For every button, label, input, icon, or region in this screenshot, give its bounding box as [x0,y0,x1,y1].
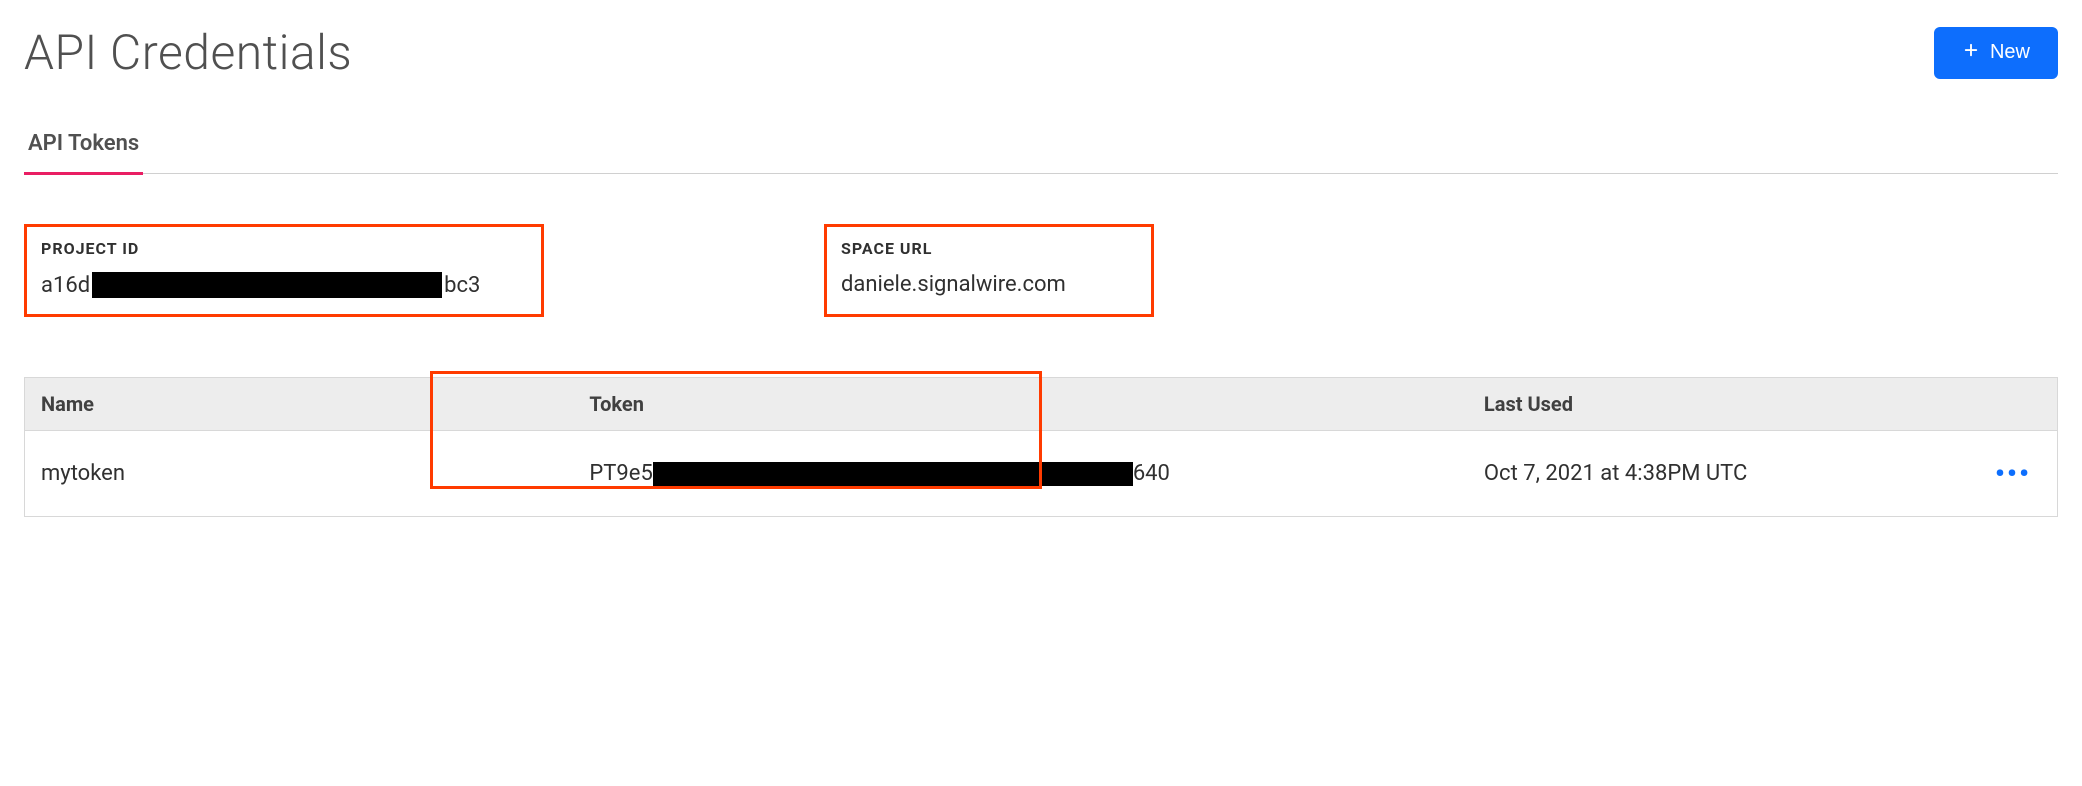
col-header-actions [1956,378,2058,431]
space-url-block: SPACE URL daniele.signalwire.com [824,224,1154,317]
table-row: mytoken PT9e5 640 Oct 7, 2021 at 4:38PM … [25,431,2058,517]
token-prefix: PT9e5 [589,461,652,486]
table-wrapper: Name Token Last Used mytoken PT9e5 640 O… [24,377,2058,517]
col-header-name: Name [25,378,574,431]
cell-name: mytoken [25,431,574,517]
project-id-value: a16d bc3 [41,272,523,298]
table-header-row: Name Token Last Used [25,378,2058,431]
tokens-table: Name Token Last Used mytoken PT9e5 640 O… [24,377,2058,517]
new-button[interactable]: New [1934,27,2058,79]
page-header: API Credentials New [24,24,2058,81]
cell-token: PT9e5 640 [573,431,1468,517]
project-id-block: PROJECT ID a16d bc3 [24,224,544,317]
project-id-suffix: bc3 [444,273,480,298]
token-suffix: 640 [1133,461,1170,486]
redacted-bar [92,272,442,298]
col-header-lastused: Last Used [1468,378,1956,431]
more-actions-icon[interactable]: ••• [1995,457,2041,490]
tab-label: API Tokens [28,131,139,156]
col-header-token: Token [573,378,1468,431]
page-title: API Credentials [24,24,352,81]
redacted-bar [653,462,1133,486]
tab-api-tokens[interactable]: API Tokens [24,131,143,175]
new-button-label: New [1990,41,2030,64]
info-row: PROJECT ID a16d bc3 SPACE URL daniele.si… [24,224,2058,317]
plus-icon [1962,41,1980,65]
tabs-bar: API Tokens [24,131,2058,174]
project-id-label: PROJECT ID [41,239,523,258]
cell-actions: ••• [1956,431,2058,517]
cell-lastused: Oct 7, 2021 at 4:38PM UTC [1468,431,1956,517]
space-url-label: SPACE URL [841,239,1133,258]
space-url-value: daniele.signalwire.com [841,272,1133,297]
project-id-prefix: a16d [41,273,90,298]
